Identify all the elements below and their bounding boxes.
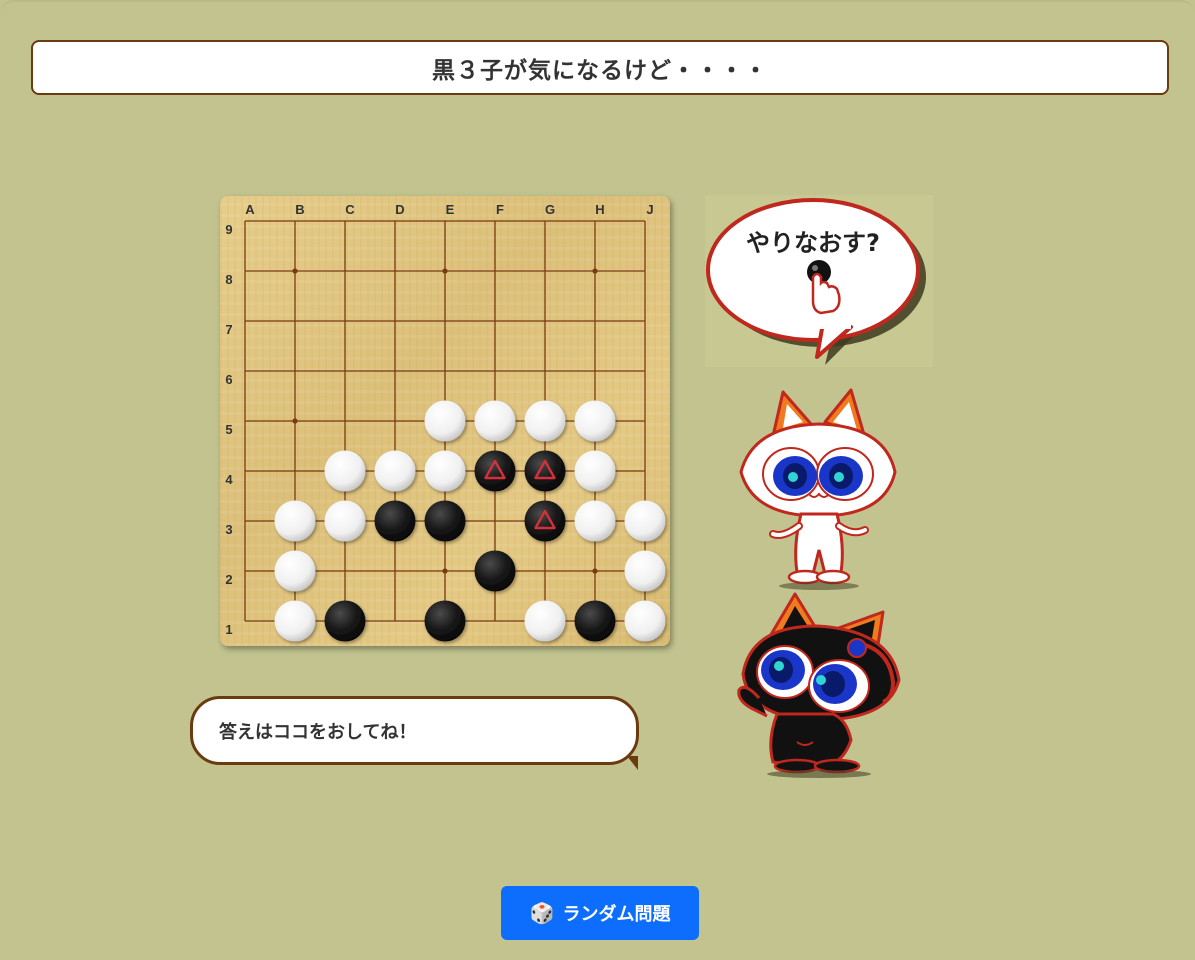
row-label: 3 <box>225 522 232 537</box>
hoshi-point <box>442 268 448 274</box>
hoshi-point <box>292 418 298 424</box>
white-stone[interactable] <box>274 500 316 542</box>
answer-hint-bubble[interactable]: 答えはココをおしてね！ <box>190 696 639 765</box>
white-stone[interactable] <box>324 450 366 492</box>
row-label: 9 <box>225 222 232 237</box>
balloon-text: やりなおす? <box>746 229 880 257</box>
white-stone[interactable] <box>574 500 616 542</box>
problem-title: 黒３子が気になるけど・・・・ <box>31 40 1169 95</box>
row-label: 4 <box>225 472 233 487</box>
black-stone[interactable] <box>374 500 416 542</box>
col-label: E <box>446 202 455 217</box>
random-problem-button[interactable]: 🎲 ランダム問題 <box>501 886 699 940</box>
black-stone[interactable] <box>474 450 516 492</box>
page-frame <box>0 0 1195 14</box>
white-stone[interactable] <box>374 450 416 492</box>
hoshi-point <box>292 268 298 274</box>
dice-icon: 🎲 <box>529 901 555 925</box>
white-stone[interactable] <box>324 500 366 542</box>
retry-balloon[interactable]: やりなおす? <box>705 195 933 367</box>
white-stone[interactable] <box>524 600 566 642</box>
col-label: B <box>295 202 304 217</box>
col-label: H <box>595 202 604 217</box>
black-stone[interactable] <box>524 450 566 492</box>
row-label: 1 <box>225 622 232 637</box>
board-grid[interactable]: A B C D E F G H J 9 8 7 6 5 4 3 2 1 <box>220 196 670 646</box>
random-problem-label: ランダム問題 <box>562 904 671 925</box>
hoshi-point <box>592 268 598 274</box>
white-stone[interactable] <box>424 450 466 492</box>
white-stone[interactable] <box>574 400 616 442</box>
speech-bubble-tail <box>627 756 638 770</box>
white-cat-character <box>733 376 905 590</box>
black-stone[interactable] <box>524 500 566 542</box>
col-label: G <box>545 202 555 217</box>
white-stone[interactable] <box>274 600 316 642</box>
black-stone[interactable] <box>324 600 366 642</box>
hoshi-point <box>442 568 448 574</box>
black-stone[interactable] <box>424 500 466 542</box>
white-stone[interactable] <box>624 550 666 592</box>
white-stone[interactable] <box>524 400 566 442</box>
white-stone[interactable] <box>474 400 516 442</box>
col-label: J <box>646 202 653 217</box>
row-label: 6 <box>225 372 232 387</box>
white-stone[interactable] <box>574 450 616 492</box>
black-cat-character <box>733 590 905 780</box>
white-stone[interactable] <box>624 600 666 642</box>
col-label: F <box>496 202 504 217</box>
row-label: 8 <box>225 272 232 287</box>
go-board[interactable]: A B C D E F G H J 9 8 7 6 5 4 3 2 1 <box>220 196 670 646</box>
col-label: D <box>395 202 404 217</box>
white-stone[interactable] <box>424 400 466 442</box>
row-label: 5 <box>225 422 232 437</box>
black-stone[interactable] <box>424 600 466 642</box>
row-label: 7 <box>225 322 232 337</box>
black-stone[interactable] <box>574 600 616 642</box>
black-stone[interactable] <box>474 550 516 592</box>
hoshi-point <box>592 568 598 574</box>
white-stone[interactable] <box>274 550 316 592</box>
answer-hint-text[interactable]: 答えはココをおしてね！ <box>219 718 416 744</box>
col-label: C <box>345 202 355 217</box>
col-label: A <box>245 202 255 217</box>
white-stone[interactable] <box>624 500 666 542</box>
row-label: 2 <box>225 572 232 587</box>
